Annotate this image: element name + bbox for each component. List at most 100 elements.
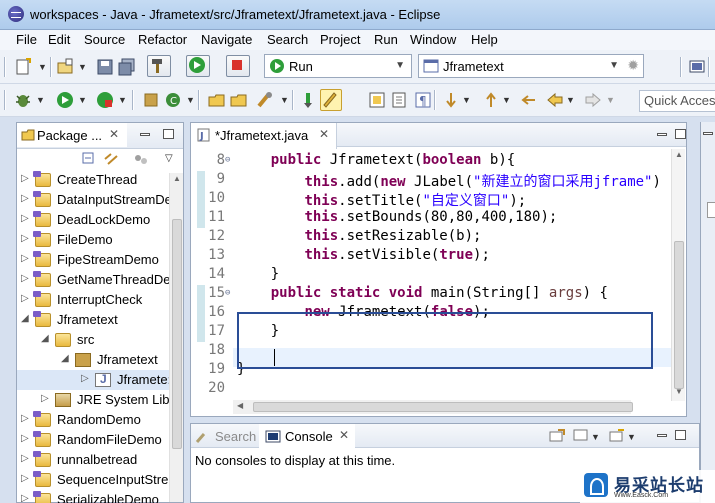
collapsed-twisty-icon[interactable]: ▷ (21, 293, 29, 304)
maximize-icon[interactable] (675, 129, 686, 139)
tree-item[interactable]: ▷ DataInputStreamDe (17, 190, 169, 210)
fold-toggle-icon[interactable]: ⊖ (225, 288, 230, 298)
save-icon[interactable] (96, 58, 114, 76)
menu-file[interactable]: File (16, 32, 37, 47)
search-dropdown-icon[interactable]: ▼ (280, 95, 289, 105)
coverage-icon[interactable] (96, 91, 114, 109)
collapsed-twisty-icon[interactable]: ▷ (21, 433, 29, 444)
close-icon[interactable]: ✕ (339, 428, 349, 442)
collapsed-twisty-icon[interactable]: ▷ (21, 253, 29, 264)
collapsed-twisty-icon[interactable]: ▷ (21, 493, 29, 503)
menu-run[interactable]: Run (374, 32, 398, 47)
menu-window[interactable]: Window (410, 32, 456, 47)
collapsed-twisty-icon[interactable]: ▷ (21, 473, 29, 484)
close-icon[interactable]: ✕ (319, 127, 329, 141)
menu-refactor[interactable]: Refactor (138, 32, 187, 47)
console-options-dropdown-icon[interactable]: ▼ (591, 432, 600, 442)
open-console-icon[interactable] (609, 429, 625, 443)
tree-item[interactable]: ▷ SerializableDemo (17, 490, 169, 503)
tree-item[interactable]: ▷ RandomFileDemo (17, 430, 169, 450)
view-menu-options-icon[interactable] (133, 152, 149, 166)
show-whitespace-icon[interactable] (390, 91, 408, 109)
open-console-dropdown-icon[interactable]: ▼ (627, 432, 636, 442)
last-edit-location-icon[interactable] (520, 91, 538, 109)
toggle-highlight-button[interactable] (320, 89, 342, 111)
new-dropdown-icon[interactable]: ▼ (38, 62, 47, 72)
open-type-icon[interactable] (208, 91, 226, 109)
scroll-up-icon[interactable]: ▲ (675, 150, 683, 159)
new-class-icon[interactable]: C (164, 91, 182, 109)
debug-dropdown-icon[interactable]: ▼ (36, 95, 45, 105)
menu-edit[interactable]: Edit (48, 32, 70, 47)
editor-tab-jframetext[interactable]: J *Jframetext.java ✕ (191, 123, 337, 149)
collapsed-twisty-icon[interactable]: ▷ (21, 173, 29, 184)
tree-item[interactable]: ▷ RandomDemo (17, 410, 169, 430)
editor-vertical-scrollbar[interactable]: ▲ ▼ (671, 149, 685, 401)
collapse-all-icon[interactable] (81, 152, 97, 166)
gear-icon[interactable]: ✹ (627, 57, 639, 74)
pin-console-icon[interactable] (573, 429, 589, 443)
maximize-icon[interactable] (163, 129, 174, 139)
minimize-icon[interactable] (140, 133, 150, 136)
collapsed-twisty-icon[interactable]: ▷ (21, 233, 29, 244)
display-selected-console-icon[interactable] (549, 429, 565, 443)
package-explorer-tab[interactable]: Package ... ✕ (17, 123, 127, 147)
package-explorer-scrollbar[interactable]: ▲ (169, 173, 183, 502)
forward-icon[interactable] (584, 91, 602, 109)
tree-item[interactable]: ▷ DeadLockDemo (17, 210, 169, 230)
tree-item[interactable]: ◢ Jframetext (17, 310, 169, 330)
fold-toggle-icon[interactable]: ⊖ (225, 155, 230, 165)
view-menu-icon[interactable]: ▽ (165, 153, 173, 164)
open-folder-icon[interactable] (230, 91, 248, 109)
collapsed-twisty-icon[interactable]: ▷ (21, 193, 29, 204)
minimize-icon[interactable] (703, 132, 713, 135)
toggle-mark-occurrences-icon[interactable] (300, 91, 318, 109)
collapsed-twisty-icon[interactable]: ▷ (81, 373, 89, 384)
search-tab[interactable]: Search (215, 429, 256, 444)
menu-help[interactable]: Help (471, 32, 498, 47)
tree-item[interactable]: ◢ Jframetext (17, 350, 169, 370)
link-with-editor-icon[interactable] (103, 152, 119, 166)
menu-search[interactable]: Search (267, 32, 308, 47)
quick-access-input[interactable]: Quick Access (639, 90, 715, 112)
next-annotation-icon[interactable] (442, 91, 460, 109)
tree-item[interactable]: ▷ CreateThread (17, 170, 169, 190)
code-area[interactable]: 8 ⊖ public Jframetext(boolean b){9 this.a… (191, 149, 671, 401)
tree-item[interactable]: ▷ Jframete: (17, 370, 169, 390)
expanded-twisty-icon[interactable]: ◢ (41, 333, 49, 344)
menu-project[interactable]: Project (320, 32, 360, 47)
tree-item[interactable]: ▷ SequenceInputStre (17, 470, 169, 490)
run-dropdown-icon[interactable]: ▼ (78, 95, 87, 105)
restore-view-icon[interactable] (707, 202, 715, 218)
expanded-twisty-icon[interactable]: ◢ (61, 353, 69, 364)
open-console-icon[interactable] (688, 58, 706, 76)
scroll-up-icon[interactable]: ▲ (173, 174, 181, 183)
forward-dropdown-icon[interactable]: ▼ (606, 95, 615, 105)
collapsed-twisty-icon[interactable]: ▷ (21, 273, 29, 284)
new-icon[interactable] (14, 58, 32, 76)
tree-item[interactable]: ◢ src (17, 330, 169, 350)
scroll-left-icon[interactable]: ◀ (237, 401, 243, 410)
paragraph-icon[interactable]: ¶ (414, 91, 432, 109)
minimize-icon[interactable] (657, 434, 667, 437)
previous-annotation-icon[interactable] (482, 91, 500, 109)
minimize-icon[interactable] (657, 133, 667, 136)
launch-target-combo[interactable]: Jframetext ▼ ✹ (418, 54, 644, 78)
run-icon[interactable] (56, 91, 74, 109)
back-dropdown-icon[interactable]: ▼ (566, 95, 575, 105)
editor-horizontal-scrollbar[interactable]: ◀ (233, 400, 633, 414)
block-selection-icon[interactable] (368, 91, 386, 109)
console-tab[interactable]: Console ✕ (259, 424, 355, 450)
run-button[interactable] (186, 55, 210, 77)
tree-item[interactable]: ▷ FileDemo (17, 230, 169, 250)
collapsed-twisty-icon[interactable]: ▷ (21, 413, 29, 424)
scrollbar-thumb[interactable] (172, 219, 182, 449)
back-icon[interactable] (546, 91, 564, 109)
run-configuration-combo[interactable]: Run ▼ (264, 54, 412, 78)
new-package-icon[interactable] (142, 91, 160, 109)
menu-navigate[interactable]: Navigate (201, 32, 252, 47)
build-button[interactable] (147, 55, 171, 77)
maximize-icon[interactable] (675, 430, 686, 440)
previous-annotation-dropdown-icon[interactable]: ▼ (502, 95, 511, 105)
debug-icon[interactable] (14, 91, 32, 109)
